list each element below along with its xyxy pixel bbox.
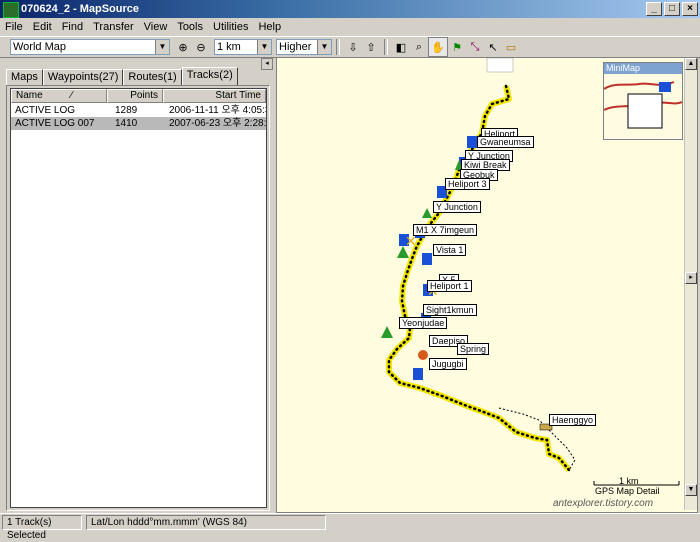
- tab-strip: Maps Waypoints(27) Routes(1) Tracks(2): [6, 67, 238, 85]
- minimap-title: MiniMap: [604, 63, 682, 74]
- sort-icon: ∕: [70, 90, 73, 101]
- map-footer-label: GPS Map Detail: [595, 486, 660, 496]
- status-position-format: Lat/Lon hddd°mm.mmm' (WGS 84): [86, 515, 326, 530]
- waypoint-tool-icon[interactable]: ⚑: [448, 38, 466, 56]
- column-name[interactable]: Name ∕: [11, 89, 107, 103]
- watermark: antexplorer.tistory.com: [553, 498, 654, 509]
- left-panel: ◂ Maps Waypoints(27) Routes(1) Tracks(2)…: [2, 57, 273, 511]
- chevron-down-icon: ▼: [257, 40, 271, 54]
- tab-tracks[interactable]: Tracks(2): [181, 67, 238, 85]
- waypoint-label[interactable]: Gwaneumsa: [477, 136, 534, 148]
- close-button[interactable]: ×: [682, 2, 698, 16]
- minimap-viewport[interactable]: [627, 93, 663, 129]
- waypoint-label[interactable]: Yeonjudae: [399, 317, 448, 329]
- zoom-in-icon[interactable]: ⊕: [174, 38, 192, 56]
- menu-file[interactable]: File: [0, 21, 28, 33]
- table-row[interactable]: ACTIVE LOG 1289 2006-11-11 오후 4:05:31: [11, 104, 266, 117]
- route-tool-icon[interactable]: ⤡: [466, 38, 484, 56]
- chevron-down-icon: ▼: [317, 40, 331, 54]
- zoom-tool-icon[interactable]: ⌕: [410, 38, 428, 56]
- tab-maps[interactable]: Maps: [6, 69, 43, 85]
- menu-view[interactable]: View: [139, 21, 173, 33]
- waypoint-label[interactable]: Sight1kmun: [423, 304, 477, 316]
- track-start-time: 2007-06-23 오후 2:28:07: [169, 118, 266, 129]
- menu-tools[interactable]: Tools: [172, 21, 208, 33]
- waypoint-label[interactable]: Heliport 1: [427, 280, 472, 292]
- app-icon: [3, 2, 19, 18]
- menu-edit[interactable]: Edit: [28, 21, 57, 33]
- selection-tool-icon[interactable]: ↖: [484, 38, 502, 56]
- map-scale-label: 1 km: [619, 476, 639, 486]
- menu-utilities[interactable]: Utilities: [208, 21, 253, 33]
- waypoint-triangle-icon: [381, 326, 393, 338]
- window-title: 070624_2 - MapSource: [21, 3, 140, 15]
- waypoint-label[interactable]: Jugugbi: [429, 358, 467, 370]
- map-view[interactable]: ✕ ✕ MiniMap Heliport Gwaneumsa Y Junctio…: [276, 57, 698, 513]
- scroll-thumb[interactable]: ▸: [685, 272, 697, 284]
- map-tool-icon[interactable]: ◧: [392, 38, 410, 56]
- status-selection: 1 Track(s) Selected: [2, 515, 82, 541]
- tab-routes[interactable]: Routes(1): [123, 69, 182, 85]
- hand-tool-icon[interactable]: ✋: [428, 37, 448, 57]
- collapse-panel-icon[interactable]: ◂: [261, 58, 273, 70]
- receive-from-device-icon[interactable]: ⇩: [344, 38, 362, 56]
- scroll-down-icon[interactable]: ▼: [685, 484, 697, 496]
- detail-select[interactable]: Higher ▼: [276, 39, 332, 55]
- track-start-time: 2006-11-11 오후 4:05:31: [169, 105, 266, 116]
- tracks-list: Name ∕ Points Start Time ACTIVE LOG 1289 …: [10, 88, 267, 508]
- measure-tool-icon[interactable]: ▭: [502, 38, 520, 56]
- tracks-panel: Name ∕ Points Start Time ACTIVE LOG 1289 …: [6, 85, 270, 511]
- chevron-down-icon: ▼: [155, 40, 169, 54]
- waypoint-house-icon: [418, 350, 428, 360]
- column-start-time[interactable]: Start Time: [163, 89, 266, 103]
- tracks-list-header: Name ∕ Points Start Time: [11, 89, 266, 103]
- waypoint-label[interactable]: Heliport 3: [445, 178, 490, 190]
- waypoint-label[interactable]: Haenggyo: [549, 414, 597, 426]
- toolbar-separator: [384, 39, 388, 55]
- zoom-out-icon[interactable]: ⊖: [192, 38, 210, 56]
- track-points: 1289: [115, 105, 138, 116]
- send-to-device-icon[interactable]: ⇧: [362, 38, 380, 56]
- track-name: ACTIVE LOG: [15, 105, 76, 116]
- track-points: 1410: [115, 118, 138, 129]
- waypoint-label[interactable]: Y Junction: [433, 201, 481, 213]
- zoom-scale-select[interactable]: 1 km ▼: [214, 39, 272, 55]
- status-bar: 1 Track(s) Selected Lat/Lon hddd°mm.mmm'…: [0, 513, 700, 541]
- track-name: ACTIVE LOG 007: [15, 118, 95, 129]
- waypoint-flag-icon: [413, 368, 423, 380]
- waypoint-label[interactable]: M1 X 7imgeun: [413, 224, 478, 236]
- map-vertical-scrollbar[interactable]: ▲ ▸ ▼: [684, 58, 697, 510]
- menu-help[interactable]: Help: [253, 21, 286, 33]
- toolbar-separator: [336, 39, 340, 55]
- table-row[interactable]: ACTIVE LOG 007 1410 2007-06-23 오후 2:28:0…: [11, 117, 266, 130]
- column-points[interactable]: Points: [107, 89, 163, 103]
- menu-find[interactable]: Find: [57, 21, 88, 33]
- waypoint-label[interactable]: Spring: [457, 343, 490, 355]
- map-product-select[interactable]: World Map ▼: [10, 39, 170, 55]
- menu-bar: File Edit Find Transfer View Tools Utili…: [0, 18, 700, 36]
- maximize-button[interactable]: □: [664, 2, 680, 16]
- title-bar: 070624_2 - MapSource _ □ ×: [0, 0, 700, 18]
- minimize-button[interactable]: _: [646, 2, 662, 16]
- waypoint-triangle-icon: [422, 208, 432, 218]
- minimap-shield-icon: [659, 82, 671, 92]
- toolbar: World Map ▼ ⊕ ⊖ 1 km ▼ Higher ▼ ⇩ ⇧ ◧ ⌕ …: [0, 36, 700, 58]
- minimap-canvas: [603, 74, 683, 138]
- waypoint-flag-icon: [467, 136, 477, 148]
- tab-waypoints[interactable]: Waypoints(27): [42, 69, 124, 85]
- menu-transfer[interactable]: Transfer: [88, 21, 139, 33]
- waypoint-flag-icon: [422, 253, 432, 265]
- minimap[interactable]: MiniMap: [603, 62, 683, 140]
- waypoint-label[interactable]: Vista 1: [433, 244, 467, 256]
- scroll-up-icon[interactable]: ▲: [685, 58, 697, 70]
- map-white-area: [486, 58, 514, 73]
